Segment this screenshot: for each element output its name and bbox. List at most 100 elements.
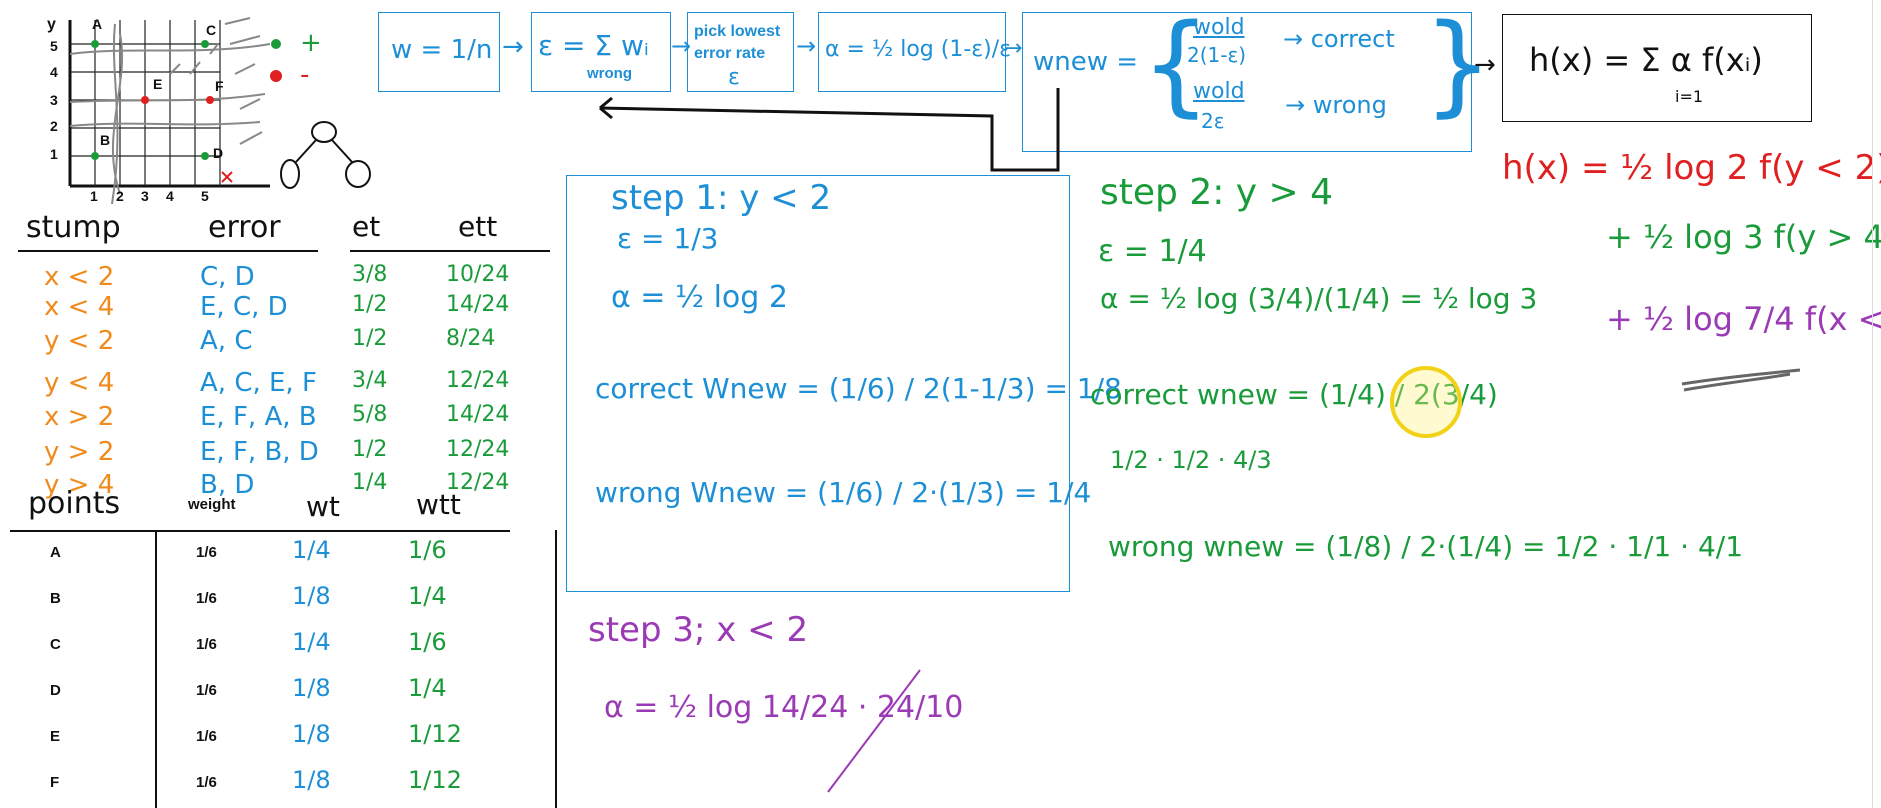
point-weight-cell: 1/6: [196, 544, 217, 561]
step2-title: step 2: y > 4: [1100, 172, 1334, 213]
wt-header: wt: [306, 490, 340, 523]
et-cell: 5/8: [352, 402, 388, 427]
y-tick-5: 5: [50, 38, 58, 54]
points-header-line: [10, 530, 510, 532]
pick-lowest-line1: pick lowest: [694, 23, 781, 40]
error-sum-sub: wrong: [587, 65, 632, 82]
x-tick-3: 3: [141, 188, 149, 204]
step1-box: step 1: y < 2 ε = 1/3 α = ½ log 2 correc…: [566, 175, 1122, 592]
legend-plus-label: +: [300, 28, 322, 58]
et-header-line: [350, 250, 550, 252]
pick-lowest-eps: ε: [728, 65, 740, 90]
correct-label: → correct: [1283, 25, 1395, 53]
wrong-label: → wrong: [1285, 91, 1387, 119]
final-hypothesis-sub: i=1: [1675, 87, 1704, 106]
y-tick-1: 1: [50, 146, 58, 162]
et-cell: 1/2: [352, 326, 388, 351]
flow-box-update-weights: wnew = { wold 2(1-ε) → correct wold 2ε →…: [1022, 9, 1493, 152]
point-e-label: E: [153, 76, 163, 92]
legend-minus-dot: [270, 70, 282, 82]
ett-header: ett: [458, 210, 498, 243]
point-wtt-cell: 1/12: [408, 766, 462, 794]
error-cell: A, C, E, F: [200, 368, 317, 398]
step1-title: step 1: y < 2: [611, 178, 832, 218]
stump-cell: x < 4: [44, 292, 115, 322]
tree-sketch: [280, 121, 371, 189]
point-wtt-cell: 1/4: [408, 582, 447, 610]
wnew-prefix: wnew =: [1033, 47, 1139, 77]
et-header: et: [352, 210, 381, 243]
point-wt-cell: 1/8: [292, 720, 331, 748]
point-weight-cell: 1/6: [196, 728, 217, 745]
step1-correct: correct Wnew = (1/6) / 2(1-1/3) = 1/8: [595, 372, 1122, 405]
error-cell: A, C: [200, 326, 253, 356]
point-wtt-cell: 1/4: [408, 674, 447, 702]
point-d-label: D: [213, 145, 224, 161]
point-b-label: B: [100, 132, 111, 148]
point-wtt-cell: 1/12: [408, 720, 462, 748]
arrow-5: →: [1474, 50, 1496, 80]
y-tick-4: 4: [50, 64, 58, 80]
step2-wrong: wrong wnew = (1/8) / 2·(1/4) = 1/2 · 1/1…: [1108, 530, 1744, 563]
init-weights-formula: w = 1/n: [391, 35, 493, 65]
point-d-marker: [201, 152, 209, 160]
point-wt-cell: 1/8: [292, 582, 331, 610]
error-cell: C, D: [200, 262, 255, 292]
point-weight-cell: 1/6: [196, 636, 217, 653]
ett-cell: 14/24: [446, 402, 510, 427]
et-cell: 1/4: [352, 470, 388, 495]
ett-cell: 12/24: [446, 437, 510, 462]
et-cell: 1/2: [352, 437, 388, 462]
point-f-marker: [206, 96, 214, 104]
whiteboard-canvas: y 5 4 3 2 1 1 2 3 4 5 A B C D E F + - w …: [0, 0, 1881, 808]
legend-minus-label: -: [300, 60, 310, 90]
point-a-marker: [91, 40, 99, 48]
point-wtt-cell: 1/6: [408, 536, 447, 564]
stump-cell: x > 2: [44, 402, 115, 432]
stump-cell: y < 2: [44, 326, 115, 356]
flow-box-pick-lowest: pick lowest error rate ε: [687, 12, 794, 92]
cursor-highlight: [1390, 366, 1462, 438]
stump-header-line: [18, 250, 318, 252]
correct-den: 2(1-ε): [1187, 43, 1247, 67]
y-axis-label: y: [47, 16, 56, 33]
point-name-cell: E: [50, 728, 61, 745]
hypothesis-line3: + ½ log 7/4 f(x < 2): [1606, 300, 1881, 338]
x-tick-1: 1: [90, 188, 98, 204]
ett-cell: 10/24: [446, 262, 510, 287]
step1-wrong: wrong Wnew = (1/6) / 2·(1/3) = 1/4: [595, 476, 1092, 509]
step3-strike: [827, 669, 921, 793]
x-tick-5: 5: [201, 188, 209, 204]
point-name-cell: C: [50, 636, 61, 653]
stump-cell: y > 2: [44, 437, 115, 467]
step2-eps: ε = 1/4: [1098, 234, 1207, 269]
point-a-label: A: [92, 16, 103, 32]
red-x-mark: [221, 171, 233, 183]
error-cell: E, F, B, D: [200, 437, 319, 467]
error-cell: E, C, D: [200, 292, 288, 322]
point-f-label: F: [215, 78, 224, 94]
y-tick-3: 3: [50, 92, 58, 108]
loop-arrow: [599, 88, 1060, 172]
alpha-formula: α = ½ log (1-ε)/ε: [825, 37, 1012, 62]
point-c-label: C: [206, 22, 217, 38]
wrong-den: 2ε: [1201, 109, 1225, 133]
point-wt-cell: 1/8: [292, 766, 331, 794]
stump-cell: x < 2: [44, 262, 115, 292]
point-weight-cell: 1/6: [196, 774, 217, 791]
ett-cell: 8/24: [446, 326, 496, 351]
point-b-marker: [91, 152, 99, 160]
step3-title: step 3; x < 2: [588, 610, 809, 650]
point-c-marker: [201, 40, 209, 48]
hypothesis-line1: h(x) = ½ log 2 f(y < 2): [1502, 148, 1881, 188]
legend-plus-dot: [271, 39, 281, 49]
stump-cell: y < 4: [44, 368, 115, 398]
weight-header: weight: [188, 496, 236, 513]
step2-correct-calc: 1/2 · 1/2 · 4/3: [1110, 446, 1272, 474]
hypothesis-underline: [1681, 368, 1801, 392]
point-name-cell: D: [50, 682, 61, 699]
et-cell: 3/8: [352, 262, 388, 287]
final-hypothesis-formula: h(x) = Σ α f(xᵢ): [1529, 41, 1763, 79]
et-cell: 3/4: [352, 368, 388, 393]
point-wtt-cell: 1/6: [408, 628, 447, 656]
